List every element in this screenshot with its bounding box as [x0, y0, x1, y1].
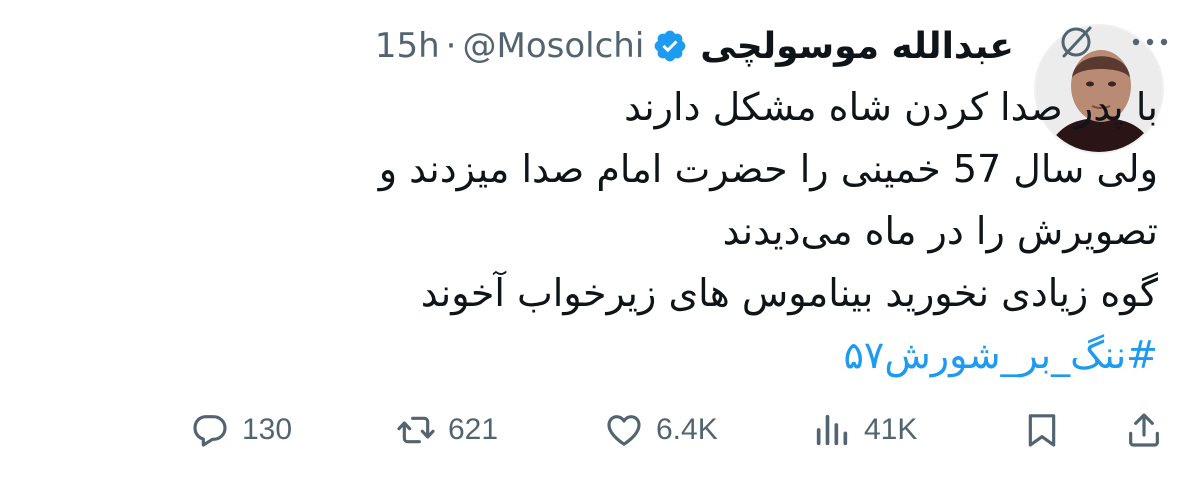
- bookmark-button[interactable]: [1022, 400, 1062, 460]
- author-handle[interactable]: @Mosolchi: [462, 26, 644, 66]
- like-count: 6.4K: [656, 413, 718, 446]
- tweet-line-2: ولی سال 57 خمینی را حضرت امام صدا میزدند…: [378, 147, 1158, 191]
- verified-badge-icon[interactable]: [652, 28, 688, 64]
- author-display-name[interactable]: عبدالله موسولچی: [700, 26, 1014, 67]
- views-count: 41K: [864, 413, 918, 446]
- tweet-card[interactable]: عبدالله موسولچی @Mosolchi · 15h با پدر ص…: [0, 0, 1200, 483]
- reply-count: 130: [242, 413, 293, 446]
- retweet-icon: [397, 416, 435, 444]
- like-button[interactable]: 6.4K: [604, 400, 718, 460]
- tweet-line-1: با پدر صدا کردن شاه مشکل دارند: [624, 85, 1158, 129]
- reply-icon: [193, 415, 227, 447]
- views-button[interactable]: 41K: [812, 400, 917, 460]
- more-icon[interactable]: [1128, 24, 1172, 60]
- grok-icon[interactable]: [1056, 22, 1096, 62]
- tweet-timestamp[interactable]: 15h: [375, 26, 440, 66]
- share-icon: [1129, 413, 1159, 447]
- action-bar: 130 621 6.4K 41K: [0, 400, 1200, 460]
- reply-button[interactable]: 130: [190, 400, 292, 460]
- retweet-count: 621: [448, 413, 499, 446]
- separator-dot: ·: [445, 26, 457, 66]
- retweet-button[interactable]: 621: [396, 400, 498, 460]
- tweet-text: با پدر صدا کردن شاه مشکل دارند ولی سال 5…: [258, 76, 1158, 386]
- hashtag-link[interactable]: #ننگ_بر_شورش۵۷: [258, 324, 1158, 386]
- tweet-header: عبدالله موسولچی @Mosolchi · 15h: [375, 18, 1014, 74]
- bookmark-icon: [1028, 414, 1056, 447]
- share-button[interactable]: [1124, 400, 1164, 460]
- views-icon: [816, 414, 848, 446]
- heart-icon: [607, 415, 641, 446]
- tweet-line-4: گوه زیادی نخورید بیناموس های زیرخواب آخو…: [420, 271, 1158, 315]
- tweet-line-3: تصویرش را در ماه می‌دیدند: [722, 209, 1158, 253]
